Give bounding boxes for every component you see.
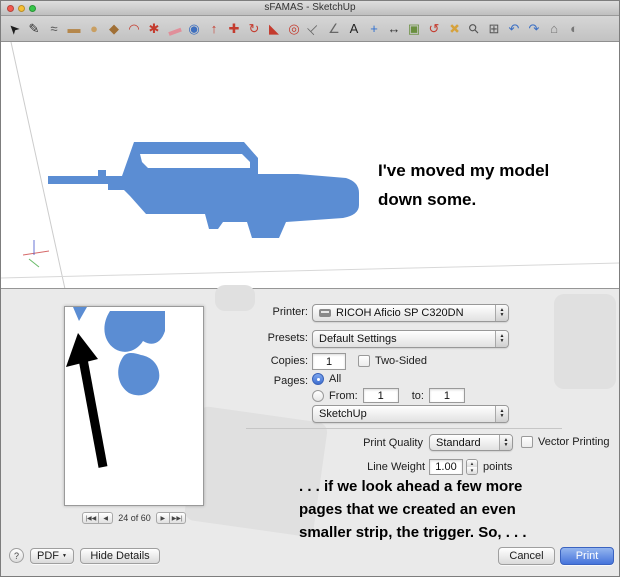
print-preview-content (66, 307, 165, 468)
pages-all-label: All (329, 373, 342, 385)
two-sided-option: Two-Sided (358, 355, 427, 367)
canvas-annotation-line2: down some. (378, 190, 477, 209)
vector-printing-label: Vector Printing (538, 436, 610, 448)
move-tool-icon[interactable]: ✚ (224, 18, 244, 40)
model-info-tool-icon[interactable]: ◐ (564, 18, 584, 40)
cancel-button[interactable]: Cancel (498, 547, 555, 565)
pages-all-option: All (312, 373, 341, 385)
next-view-tool-icon[interactable]: ↷ (524, 18, 544, 40)
print-quality-label: Print Quality (363, 437, 423, 449)
sketchup-window: sFAMAS - SketchUp ➤ ✎ ≈ ▬ ● ◆ ◠ ✱ ▬ ◉ ↑ ✚ ↻ ◣ ◎ ⊢ ∠ A + ↔ ▣ ↺… (0, 0, 620, 577)
pdf-menu-arrow-icon: ▼ (62, 553, 67, 559)
drawing-canvas[interactable]: I've moved my model down some. (1, 42, 619, 289)
printer-select[interactable]: RICOH Aficio SP C320DN ▲ ▼ (312, 304, 509, 322)
dialog-annotation: . . . if we look ahead a few more pages … (299, 475, 579, 544)
stepper-up-icon[interactable]: ▲ (467, 460, 477, 467)
pages-range-option: From: 1 to: 1 (312, 388, 465, 403)
pages-from-input[interactable]: 1 (362, 388, 399, 403)
rectangle-tool-icon[interactable]: ▬ (64, 18, 84, 40)
app-section-value: SketchUp (319, 408, 367, 420)
print-quality-select[interactable]: Standard ▲ ▼ (429, 434, 513, 451)
page-indicator: 24 of 60 (118, 513, 151, 523)
pages-label: Pages: (273, 375, 308, 387)
scale-tool-icon[interactable]: ◣ (264, 18, 284, 40)
pages-all-radio[interactable] (312, 373, 324, 385)
section-plane-tool-icon[interactable]: ▣ (404, 18, 424, 40)
presets-label: Presets: (267, 332, 308, 344)
next-page-button[interactable]: ▶ (155, 512, 170, 524)
text-tool-icon[interactable]: A (344, 18, 364, 40)
app-section-select[interactable]: SketchUp ▲ ▼ (312, 405, 509, 423)
canvas-annotation-line1: I've moved my model (378, 161, 550, 180)
two-sided-checkbox[interactable] (358, 355, 370, 367)
push-pull-tool-icon[interactable]: ↑ (204, 18, 224, 40)
print-quality-value: Standard (436, 436, 481, 449)
dialog-annotation-line3: smaller strip, the trigger. So, . . . (299, 524, 527, 541)
points-label: points (483, 461, 513, 473)
stepper-down-icon[interactable]: ▼ (467, 467, 477, 474)
popup-arrows-icon: ▲ ▼ (495, 406, 508, 422)
presets-select[interactable]: Default Settings ▲ ▼ (312, 330, 509, 348)
polygon-tool-icon[interactable]: ◆ (104, 18, 124, 40)
copies-input[interactable]: 1 (312, 353, 346, 370)
paint-bucket-tool-icon[interactable]: ◉ (184, 18, 204, 40)
hide-details-button[interactable]: Hide Details (80, 548, 160, 564)
line-weight-label: Line Weight (367, 461, 425, 473)
pdf-menu-button[interactable]: PDF ▼ (30, 548, 74, 564)
print-dialog: |◀◀ ◀ 24 of 60 ▶ ▶▶| Printer: RICOH Afic… (1, 285, 619, 576)
line-weight-input[interactable]: 1.00 (429, 459, 463, 475)
pages-to-input[interactable]: 1 (428, 388, 465, 403)
previous-view-tool-icon[interactable]: ↶ (504, 18, 524, 40)
previous-page-button[interactable]: ◀ (99, 512, 114, 524)
toolbar: ➤ ✎ ≈ ▬ ● ◆ ◠ ✱ ▬ ◉ ↑ ✚ ↻ ◣ ◎ ⊢ ∠ A + ↔ ▣ ↺ ✚ ⚲ ⊞ ↶ ↷ ⌂ ◐ (1, 16, 619, 42)
popup-arrows-icon: ▲ ▼ (495, 305, 508, 321)
axes-tool-icon[interactable]: + (364, 18, 384, 40)
freehand-tool-icon[interactable]: ≈ (44, 18, 64, 40)
preview-pagination: |◀◀ ◀ 24 of 60 ▶ ▶▶| (64, 512, 204, 524)
dimension-tool-icon[interactable]: ↔ (384, 18, 404, 40)
first-page-button[interactable]: |◀◀ (82, 512, 100, 524)
window-title: sFAMAS - SketchUp (264, 2, 356, 13)
help-button[interactable]: ? (9, 548, 24, 563)
titlebar: sFAMAS - SketchUp (1, 1, 619, 16)
two-sided-label: Two-Sided (375, 355, 427, 367)
section-divider (246, 428, 562, 429)
printer-value: RICOH Aficio SP C320DN (336, 307, 464, 319)
callout-arrow (66, 333, 108, 468)
line-weight-stepper[interactable]: ▲ ▼ (466, 459, 478, 475)
dialog-annotation-line2: pages that we created an even (299, 501, 516, 518)
print-preview-page (64, 306, 204, 506)
pages-to-label: to: (411, 389, 424, 402)
views-tool-icon[interactable]: ⌂ (544, 18, 564, 40)
rotate-tool-icon[interactable]: ↻ (244, 18, 264, 40)
printer-icon (319, 309, 331, 317)
presets-value: Default Settings (319, 333, 397, 345)
printer-label: Printer: (272, 306, 308, 318)
dialog-annotation-line1: . . . if we look ahead a few more (299, 478, 523, 495)
vector-printing-checkbox[interactable] (521, 436, 533, 448)
print-button[interactable]: Print (560, 547, 614, 565)
pages-from-label: From: (329, 389, 358, 402)
circle-tool-icon[interactable]: ● (84, 18, 104, 40)
watermark-shape (554, 294, 616, 389)
last-page-button[interactable]: ▶▶| (169, 512, 186, 524)
popup-arrows-icon: ▲ ▼ (499, 435, 512, 450)
popup-arrows-icon: ▲ ▼ (495, 331, 508, 347)
canvas-annotation: I've moved my model down some. (378, 156, 549, 214)
famas-rifle-model (48, 142, 359, 238)
arc-tool-icon[interactable]: ◠ (124, 18, 144, 40)
copies-label: Copies: (270, 355, 308, 367)
vector-printing-option: Vector Printing (521, 436, 610, 448)
pages-from-radio[interactable] (312, 389, 324, 402)
pdf-menu-label: PDF (37, 550, 60, 562)
